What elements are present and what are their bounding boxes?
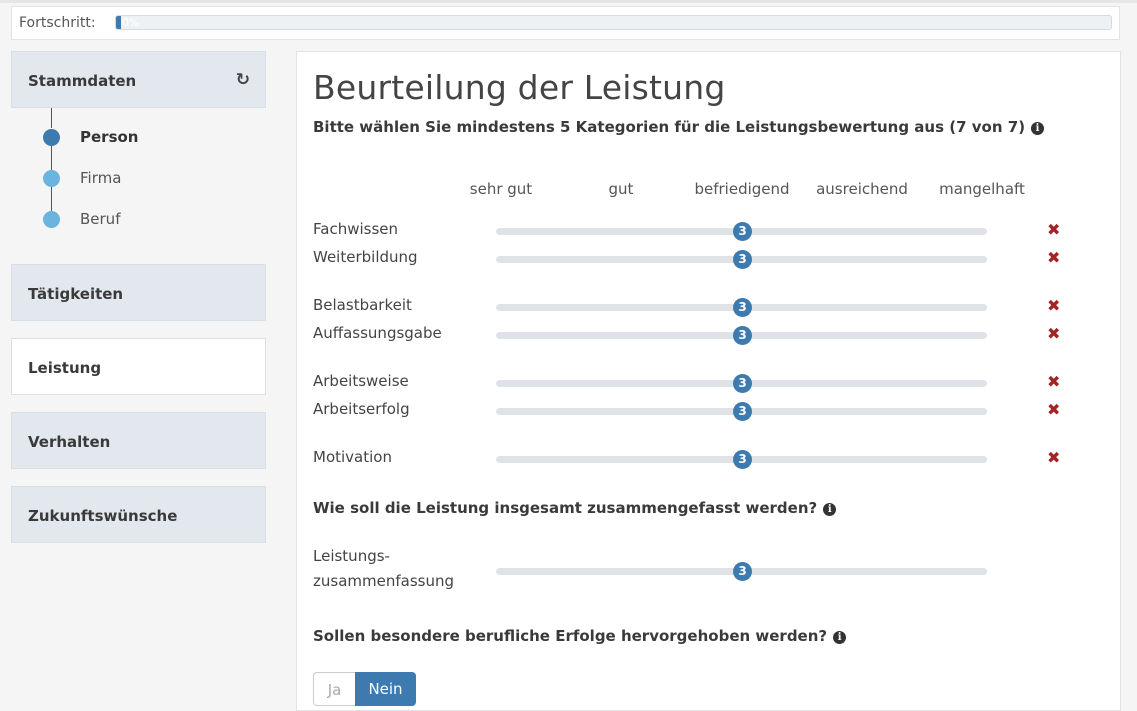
- scale-label: mangelhaft: [939, 180, 1025, 198]
- info-icon[interactable]: i: [1031, 122, 1045, 135]
- nav-label-taetigkeiten: Tätigkeiten: [28, 285, 124, 303]
- main-panel: Beurteilung der Leistung Bitte wählen Si…: [296, 51, 1121, 711]
- step-connector: [51, 187, 52, 211]
- summary-label-line2: zusammenfassung: [313, 572, 454, 590]
- step-dot-person: [43, 129, 60, 146]
- toggle-nein-button[interactable]: Nein: [355, 672, 416, 706]
- progress-label: Fortschritt:: [19, 15, 96, 31]
- slider-handle[interactable]: 3: [733, 450, 752, 469]
- slider-handle[interactable]: 3: [733, 298, 752, 317]
- info-icon[interactable]: i: [823, 503, 837, 516]
- slider-handle[interactable]: 3: [733, 402, 752, 421]
- slider-handle[interactable]: 3: [733, 374, 752, 393]
- step-beruf[interactable]: Beruf: [80, 210, 120, 228]
- summary-question: Wie soll die Leistung insgesamt zusammen…: [313, 499, 837, 517]
- nav-verhalten[interactable]: Verhalten: [11, 412, 266, 469]
- progress-fill: [116, 16, 121, 29]
- step-connector: [51, 108, 52, 128]
- categories-question: Bitte wählen Sie mindestens 5 Kategorien…: [313, 118, 1045, 136]
- slider-handle[interactable]: 3: [733, 326, 752, 345]
- nav-label-leistung: Leistung: [28, 359, 102, 377]
- progress-panel: Fortschritt: 0%: [11, 6, 1120, 40]
- success-question: Sollen besondere berufliche Erfolge herv…: [313, 627, 847, 645]
- rating-label-arbeitsweise: Arbeitsweise: [313, 372, 409, 390]
- remove-icon[interactable]: ✖: [1047, 372, 1060, 391]
- summary-question-text: Wie soll die Leistung insgesamt zusammen…: [313, 499, 818, 517]
- scale-label: befriedigend: [694, 180, 790, 198]
- scale-label: ausreichend: [816, 180, 908, 198]
- nav-label-zukunftswuensche: Zukunftswünsche: [28, 507, 178, 525]
- nav-taetigkeiten[interactable]: Tätigkeiten: [11, 264, 266, 321]
- top-border: [0, 0, 1137, 3]
- remove-icon[interactable]: ✖: [1047, 220, 1060, 239]
- refresh-icon[interactable]: ↻: [236, 70, 250, 90]
- toggle-ja-button[interactable]: Ja: [313, 672, 355, 706]
- nav-label-stammdaten: Stammdaten: [28, 72, 137, 90]
- rating-label-motivation: Motivation: [313, 448, 392, 466]
- remove-icon[interactable]: ✖: [1047, 296, 1060, 315]
- step-dot-firma: [43, 170, 60, 187]
- rating-label-belastbarkeit: Belastbarkeit: [313, 296, 412, 314]
- slider-handle[interactable]: 3: [733, 250, 752, 269]
- step-connector: [51, 146, 52, 170]
- scale-label: sehr gut: [469, 180, 533, 198]
- categories-question-text: Bitte wählen Sie mindestens 5 Kategorien…: [313, 118, 1026, 136]
- rating-label-arbeitserfolg: Arbeitserfolg: [313, 400, 410, 418]
- remove-icon[interactable]: ✖: [1047, 448, 1060, 467]
- scale-label: gut: [608, 180, 634, 198]
- slider-handle[interactable]: 3: [733, 562, 752, 581]
- nav-zukunftswuensche[interactable]: Zukunftswünsche: [11, 486, 266, 543]
- nav-leistung[interactable]: Leistung: [11, 338, 266, 395]
- rating-label-weiterbildung: Weiterbildung: [313, 248, 418, 266]
- remove-icon[interactable]: ✖: [1047, 248, 1060, 267]
- rating-label-fachwissen: Fachwissen: [313, 220, 398, 238]
- remove-icon[interactable]: ✖: [1047, 324, 1060, 343]
- slider-handle[interactable]: 3: [733, 222, 752, 241]
- remove-icon[interactable]: ✖: [1047, 400, 1060, 419]
- success-question-text: Sollen besondere berufliche Erfolge herv…: [313, 627, 828, 645]
- page-title: Beurteilung der Leistung: [313, 68, 726, 107]
- step-person[interactable]: Person: [80, 128, 138, 146]
- info-icon[interactable]: i: [833, 631, 847, 644]
- nav-label-verhalten: Verhalten: [28, 433, 111, 451]
- summary-label-line1: Leistungs-: [313, 547, 390, 565]
- nav-stammdaten[interactable]: Stammdaten ↻: [11, 51, 266, 108]
- step-dot-beruf: [43, 211, 60, 228]
- progress-bar: 0%: [115, 15, 1112, 30]
- step-firma[interactable]: Firma: [80, 169, 121, 187]
- rating-label-auffassungsgabe: Auffassungsgabe: [313, 324, 442, 342]
- progress-value: 0%: [122, 16, 140, 29]
